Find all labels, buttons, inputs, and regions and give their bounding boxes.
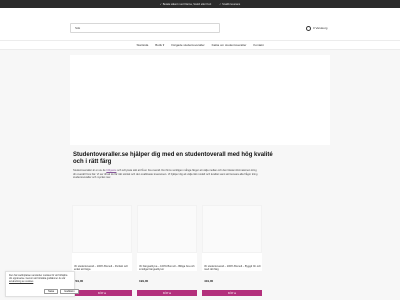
cookie-decline-button[interactable]: Neka (44, 289, 59, 294)
intro-text-start: Studentoveraller är en av de (73, 169, 107, 172)
nav-item-fargade-studentoveraller[interactable]: Färgade studentoveraller (171, 43, 204, 47)
product-price: 219,00 (74, 279, 84, 283)
product-title[interactable]: Vit studentoverall – 100% Bomull – Byggd… (204, 265, 262, 272)
buy-button[interactable]: KÖP ⊕ (72, 290, 132, 296)
product-image[interactable] (72, 205, 132, 253)
cookie-accept-button[interactable]: Godkänn (60, 289, 79, 294)
topbar-item: ✓ Betala säkert med Klarna, Swish eller … (159, 2, 212, 6)
cart-label: 0 Varukorg (313, 26, 328, 30)
product-card[interactable]: Vit studentoverall – 100% Bomull – Perfe… (72, 205, 132, 271)
product-grid: Vit studentoverall – 100% Bomull – Perfe… (72, 205, 328, 271)
main-nav: Startsida Butik ▾ Färgade studentoverall… (0, 40, 400, 50)
cookie-actions: Neka Godkänn (44, 289, 79, 294)
cart-icon (306, 25, 311, 31)
cookie-text: Den här webbplatsen använder cookies för… (9, 274, 71, 284)
topbar-item: ✓ Snabb leverans (219, 2, 241, 6)
product-title[interactable]: Vit studentoverall – 100% Bomull – Perfe… (74, 265, 132, 272)
cookie-message: Den här webbplatsen använder cookies för… (9, 274, 68, 281)
nav-item-fakta[interactable]: Fakta om studentoveraller (212, 43, 247, 47)
product-title[interactable]: Vit hängselbyxa – 100% Bomull – Billiga … (139, 265, 197, 272)
top-info-bar: ✓ Betala säkert med Klarna, Swish eller … (0, 0, 400, 8)
nav-item-butik[interactable]: Butik ▾ (155, 43, 164, 47)
cart-link[interactable]: 0 Varukorg (306, 23, 327, 33)
product-card[interactable]: Vit hängselbyxa – 100% Bomull – Billiga … (137, 205, 197, 271)
cookie-banner: Den här webbplatsen använder cookies för… (5, 271, 79, 297)
product-card[interactable]: Vit studentoverall – 100% Bomull – Byggd… (202, 205, 262, 271)
product-image[interactable] (202, 205, 262, 253)
nav-item-kontakt[interactable]: Kontakt (253, 43, 263, 47)
product-price: 419,00 (204, 279, 214, 283)
product-price: 199,00 (139, 279, 149, 283)
search-input[interactable] (70, 23, 220, 33)
buy-button[interactable]: KÖP ⊕ (202, 290, 262, 296)
intro-link[interactable]: billigaste (106, 169, 116, 172)
intro-text: Studentoveraller är en av de billigaste … (73, 169, 258, 180)
hero-image (70, 55, 330, 145)
product-image[interactable] (137, 205, 197, 253)
page-title: Studentoveraller.se hjälper dig med en s… (73, 152, 273, 165)
nav-item-startsida[interactable]: Startsida (136, 43, 148, 47)
intro-section: Studentoveraller.se hjälper dig med en s… (73, 152, 273, 180)
cookie-policy-link[interactable]: användning av cookies (9, 280, 33, 283)
buy-button[interactable]: KÖP ⊕ (137, 290, 197, 296)
